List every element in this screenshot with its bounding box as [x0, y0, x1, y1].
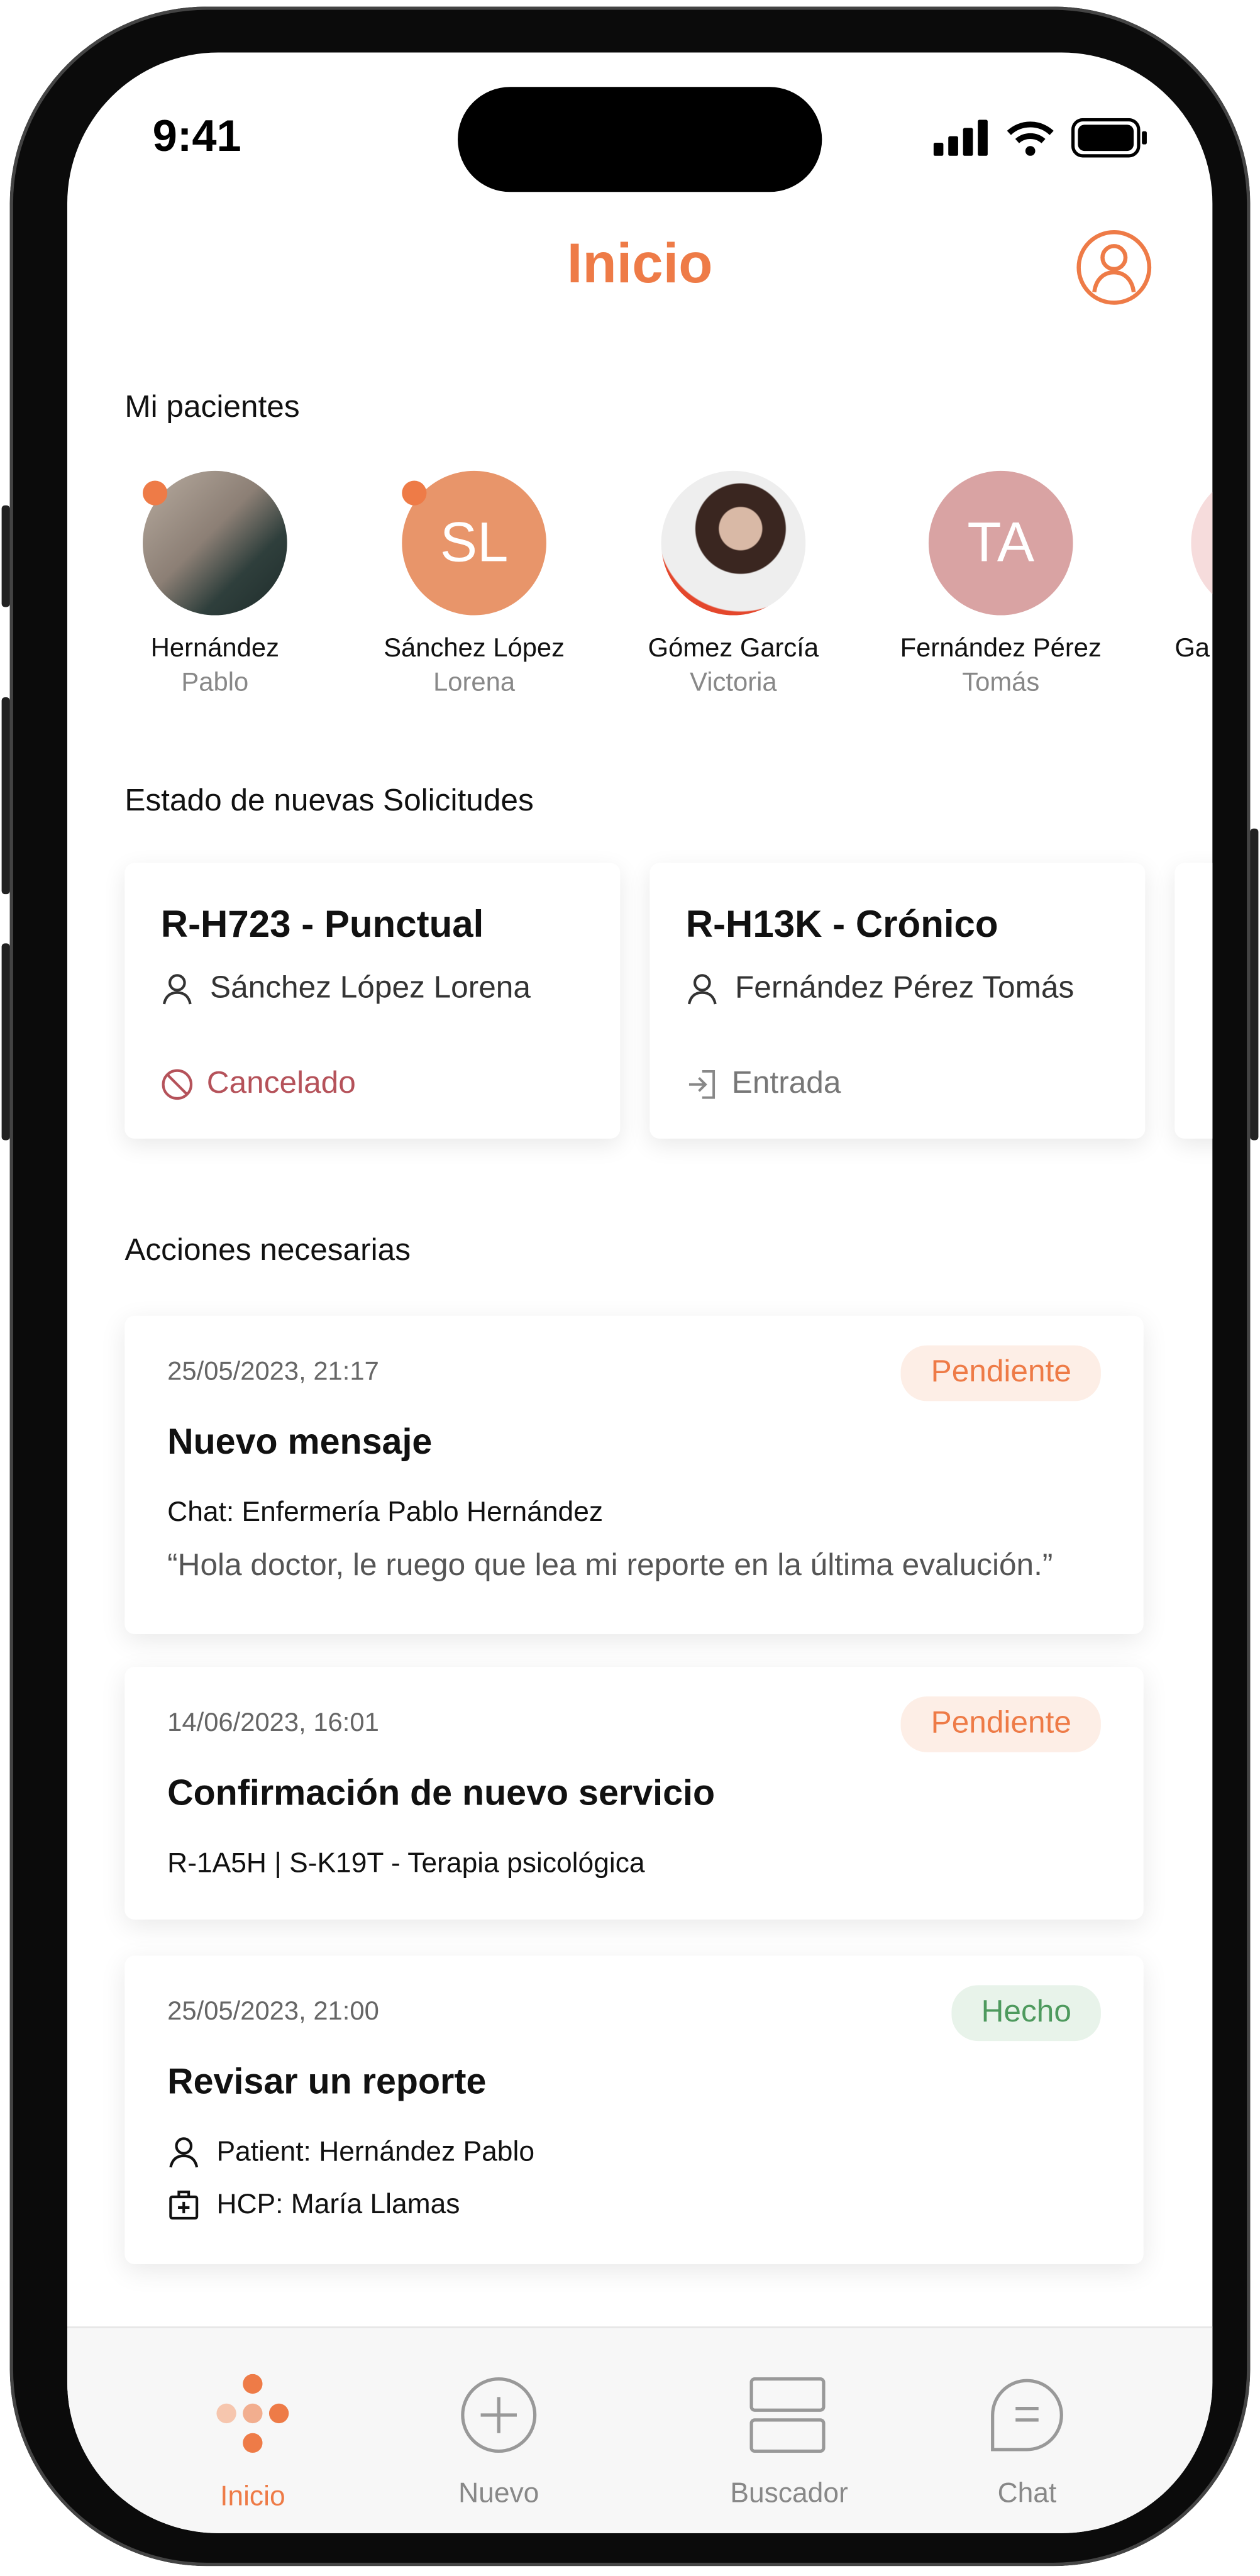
action-title: Confirmación de nuevo servicio	[167, 1772, 716, 1813]
patients-carousel[interactable]: Hernández Pablo SL Sánchez López Lorena …	[67, 470, 1213, 700]
patient-first-name: Pablo	[181, 669, 249, 697]
patient-item[interactable]: TA Fernández Pérez Tomás	[878, 470, 1124, 699]
tab-inicio[interactable]: Inicio	[154, 2374, 351, 2514]
screen: 9:41 Inicio Mi pacientes Hernández Pablo…	[67, 52, 1213, 2533]
patient-item[interactable]: Hernández Pablo	[92, 470, 338, 699]
patient-last-name: Ga	[1174, 634, 1210, 663]
action-date: 14/06/2023, 16:01	[167, 1709, 379, 1738]
tab-label: Nuevo	[458, 2477, 539, 2509]
patient-last-name: Hernández	[150, 634, 279, 663]
status-time: 9:41	[152, 111, 241, 161]
tab-label: Chat	[997, 2477, 1057, 2509]
user-circle-icon[interactable]	[1076, 229, 1152, 305]
wifi-icon	[1007, 121, 1054, 156]
battery-icon	[1071, 118, 1147, 158]
tab-chat[interactable]: Chat	[929, 2374, 1125, 2511]
volume-down-button	[1, 943, 10, 1141]
action-hcp: HCP: María Llamas	[216, 2188, 460, 2220]
signal-icon	[933, 119, 988, 156]
request-title: R-H13K - Crónico	[685, 902, 998, 946]
home-dots-icon	[216, 2374, 289, 2453]
unread-dot	[402, 480, 427, 506]
patient-last-name: Gómez García	[648, 634, 819, 663]
request-card[interactable]: R-H13K - Crónico Fernández Pérez Tomás E…	[649, 863, 1146, 1139]
tab-bar: Inicio Nuevo Buscador Chat	[67, 2326, 1213, 2533]
request-card[interactable]: R-H723 - Punctual Sánchez López Lorena C…	[124, 863, 621, 1139]
user-icon	[169, 2137, 199, 2168]
plus-circle-icon	[461, 2377, 537, 2453]
status-badge: Pendiente	[901, 1345, 1101, 1401]
action-message: “Hola doctor, le ruego que lea mi report…	[167, 1549, 1053, 1584]
avatar-initials: SL	[439, 511, 509, 573]
action-title: Nuevo mensaje	[167, 1420, 433, 1462]
request-status: Cancelado	[206, 1066, 356, 1101]
ban-icon	[162, 1069, 193, 1100]
action-card[interactable]: 14/06/2023, 16:01 Pendiente Confirmación…	[124, 1667, 1144, 1920]
action-title: Revisar un reporte	[167, 2060, 487, 2102]
requests-heading: Estado de nuevas Solicitudes	[124, 784, 534, 819]
avatar: TA	[928, 470, 1073, 616]
request-card-partial[interactable]	[1174, 863, 1213, 1139]
status-badge: Hecho	[951, 1985, 1101, 2042]
dynamic-island	[458, 87, 822, 192]
tab-nuevo[interactable]: Nuevo	[401, 2374, 597, 2511]
action-patient: Patient: Hernández Pablo	[216, 2136, 535, 2168]
avatar	[1191, 470, 1213, 616]
action-date: 25/05/2023, 21:00	[167, 1998, 379, 2026]
request-status: Entrada	[731, 1066, 841, 1101]
avatar	[143, 470, 287, 616]
avatar	[661, 470, 806, 616]
action-subtitle: Chat: Enfermería Pablo Hernández	[167, 1496, 604, 1528]
actions-heading: Acciones necesarias	[124, 1234, 411, 1269]
action-subtitle: R-1A5H | S-K19T - Terapia psicológica	[167, 1847, 645, 1879]
patient-last-name: Fernández Pérez	[900, 634, 1102, 663]
patients-heading: Mi pacientes	[124, 390, 300, 425]
request-patient: Fernández Pérez Tomás	[735, 971, 1075, 1006]
tab-label: Inicio	[220, 2480, 285, 2512]
status-badge: Pendiente	[901, 1696, 1101, 1752]
avatar-initials: TA	[967, 511, 1035, 573]
user-icon	[162, 974, 192, 1005]
user-icon	[687, 974, 717, 1005]
patient-item[interactable]: Ga	[1142, 470, 1213, 665]
unread-dot	[143, 480, 168, 506]
patient-item[interactable]: Gómez García Victoria	[611, 470, 856, 699]
status-icons	[933, 118, 1147, 158]
patient-first-name: Lorena	[433, 669, 516, 697]
patient-item[interactable]: SL Sánchez López Lorena	[351, 470, 597, 699]
tab-buscador[interactable]: Buscador	[691, 2374, 888, 2511]
request-patient: Sánchez López Lorena	[210, 971, 531, 1006]
mute-switch	[1, 505, 10, 607]
action-date: 25/05/2023, 21:17	[167, 1358, 379, 1386]
patient-first-name: Tomás	[962, 669, 1040, 697]
tab-label: Buscador	[730, 2477, 848, 2509]
power-button	[1250, 828, 1259, 1141]
chat-bubble-icon	[991, 2379, 1063, 2452]
search-grid-icon	[749, 2377, 826, 2453]
page-title: Inicio	[566, 233, 713, 296]
medical-kit-icon	[169, 2191, 199, 2219]
request-title: R-H723 - Punctual	[160, 902, 484, 946]
volume-up-button	[1, 697, 10, 895]
patient-last-name: Sánchez López	[384, 634, 565, 663]
action-card[interactable]: 25/05/2023, 21:00 Hecho Revisar un repor…	[124, 1955, 1144, 2264]
action-card[interactable]: 25/05/2023, 21:17 Pendiente Nuevo mensaj…	[124, 1315, 1144, 1634]
phone-frame: 9:41 Inicio Mi pacientes Hernández Pablo…	[9, 6, 1251, 2567]
avatar: SL	[402, 470, 546, 616]
sign-in-icon	[688, 1070, 716, 1099]
patient-first-name: Victoria	[690, 669, 777, 697]
